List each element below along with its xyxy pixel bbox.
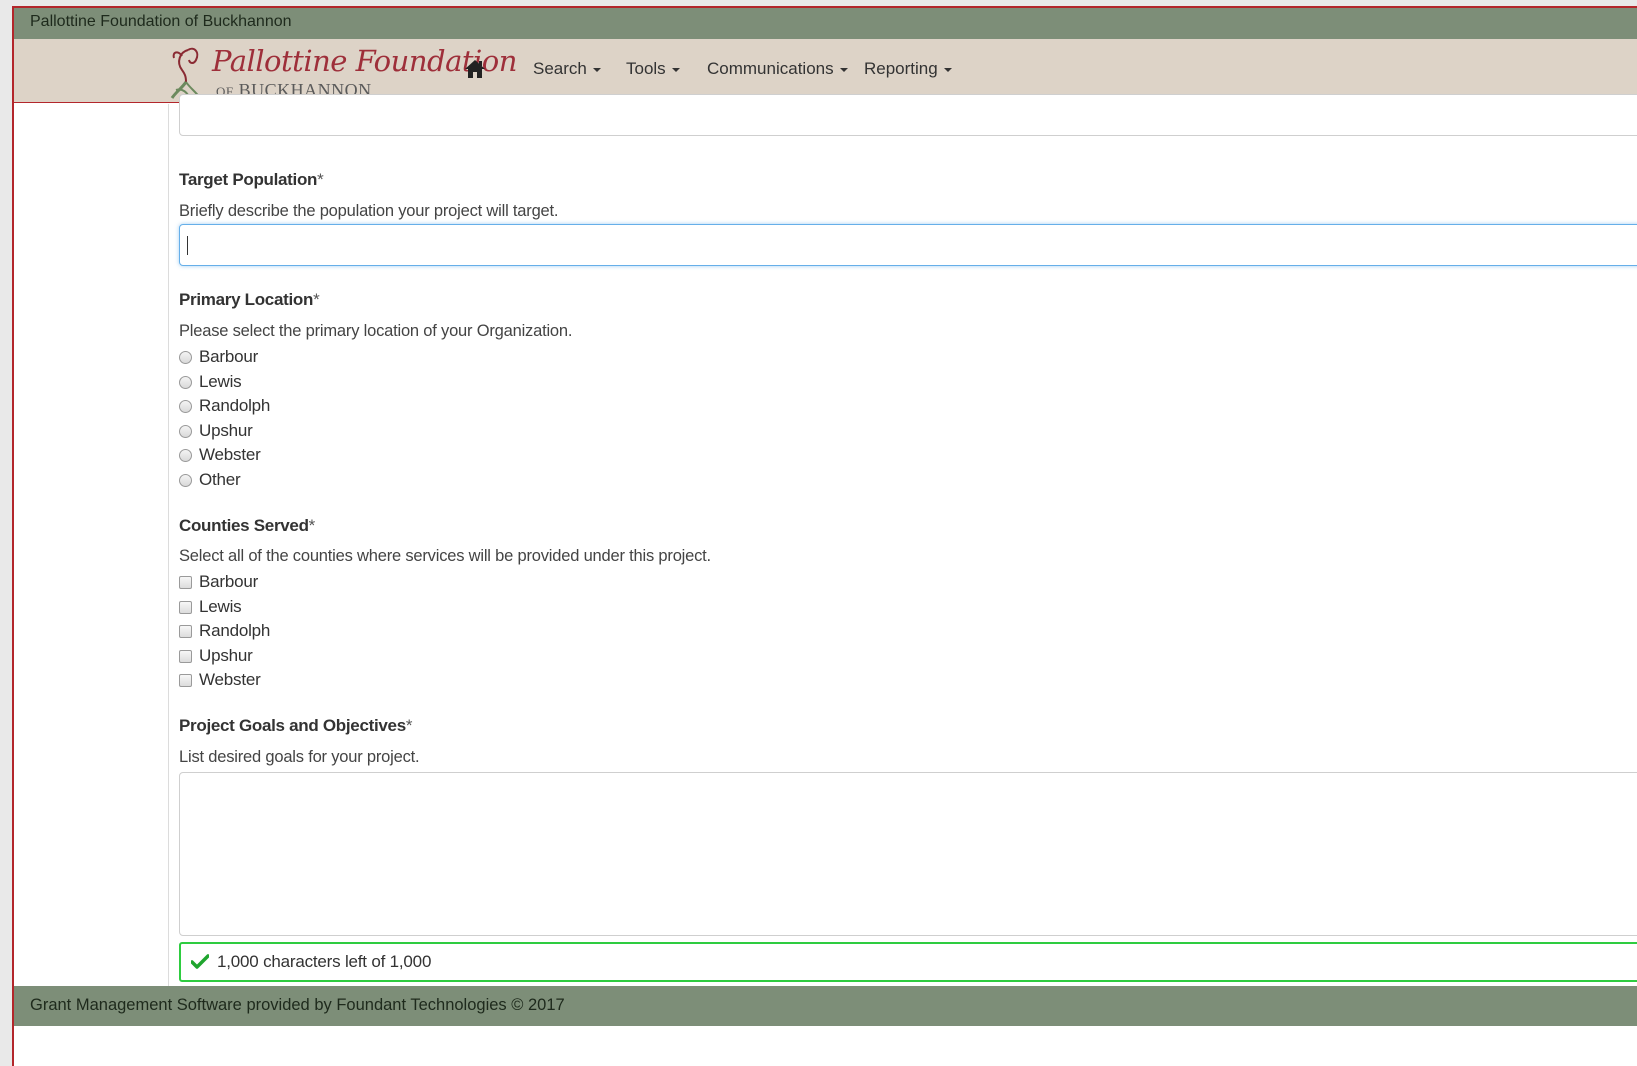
primary-location-option-upshur[interactable]: Upshur [179, 420, 253, 442]
radio-button[interactable] [179, 448, 192, 462]
radio-button[interactable] [179, 399, 192, 413]
project-goals-label: Project Goals and Objectives* [179, 716, 413, 736]
footer-text: Grant Management Software provided by Fo… [30, 996, 565, 1014]
nav-search-menu[interactable]: Search [533, 59, 601, 79]
nav-tools-label: Tools [626, 59, 666, 78]
project-goals-help: List desired goals for your project. [179, 748, 420, 766]
primary-location-option-lewis[interactable]: Lewis [179, 371, 242, 393]
radio-button[interactable] [179, 473, 192, 487]
option-label: Randolph [199, 621, 271, 640]
app-frame: Pallottine Foundation of Buckhannon Pall… [12, 6, 1637, 1066]
counties-served-option-barbour[interactable]: Barbour [179, 571, 258, 593]
required-mark: * [405, 716, 413, 735]
nav-search-label: Search [533, 59, 587, 78]
primary-location-option-other[interactable]: Other [179, 469, 241, 491]
primary-location-label-text: Primary Location [179, 290, 314, 309]
previous-question-input[interactable] [179, 94, 1637, 136]
counties-served-label: Counties Served* [179, 516, 315, 536]
caret-down-icon [839, 67, 848, 72]
nav-reporting-label: Reporting [864, 59, 938, 78]
required-mark: * [317, 170, 324, 189]
counties-served-option-webster[interactable]: Webster [179, 669, 261, 691]
target-population-label: Target Population* [179, 170, 324, 190]
caret-down-icon [943, 67, 952, 72]
nav-tools-menu[interactable]: Tools [626, 59, 680, 79]
window-title-bar: Pallottine Foundation of Buckhannon [14, 8, 1637, 39]
sidebar-divider [168, 104, 169, 992]
option-label: Upshur [199, 421, 253, 440]
checkbox[interactable] [179, 624, 192, 638]
radio-button[interactable] [179, 375, 192, 389]
window-title: Pallottine Foundation of Buckhannon [30, 13, 292, 30]
counties-served-option-upshur[interactable]: Upshur [179, 645, 253, 667]
application-form: Target Population* Briefly describe the … [179, 94, 1637, 992]
primary-location-option-barbour[interactable]: Barbour [179, 346, 258, 368]
nav-communications-menu[interactable]: Communications [707, 59, 848, 79]
option-label: Lewis [199, 372, 242, 391]
primary-location-label: Primary Location* [179, 290, 320, 310]
radio-button[interactable] [179, 350, 192, 364]
target-population-input[interactable] [179, 224, 1637, 266]
target-population-help: Briefly describe the population your pro… [179, 202, 559, 220]
nav-communications-label: Communications [707, 59, 834, 78]
project-goals-textarea[interactable] [179, 772, 1637, 936]
checkbox[interactable] [179, 649, 192, 663]
option-label: Webster [199, 445, 261, 464]
text-cursor [187, 236, 188, 255]
lily-logo-icon [170, 47, 201, 101]
primary-location-help: Please select the primary location of yo… [179, 322, 573, 340]
character-counter: 1,000 characters left of 1,000 [179, 942, 1637, 982]
project-goals-label-text: Project Goals and Objectives [179, 716, 406, 735]
primary-location-option-webster[interactable]: Webster [179, 444, 261, 466]
radio-button[interactable] [179, 424, 192, 438]
counties-served-label-text: Counties Served [179, 516, 309, 535]
checkbox[interactable] [179, 575, 192, 589]
option-label: Barbour [199, 347, 259, 366]
home-icon[interactable] [464, 58, 486, 80]
option-label: Lewis [199, 597, 242, 616]
counties-served-option-lewis[interactable]: Lewis [179, 596, 242, 618]
character-counter-text: 1,000 characters left of 1,000 [217, 952, 432, 971]
foundation-logo[interactable]: Pallottine Foundation OF BUCKHANNON [168, 42, 517, 102]
checkmark-icon [191, 954, 209, 969]
page-footer: Grant Management Software provided by Fo… [14, 986, 1637, 1026]
counties-served-help: Select all of the counties where service… [179, 547, 711, 565]
caret-down-icon [592, 67, 601, 72]
required-mark: * [308, 516, 316, 535]
required-mark: * [313, 290, 320, 309]
primary-location-option-randolph[interactable]: Randolph [179, 395, 270, 417]
checkbox[interactable] [179, 673, 192, 687]
nav-reporting-menu[interactable]: Reporting [864, 59, 952, 79]
caret-down-icon [671, 67, 680, 72]
target-population-label-text: Target Population [179, 170, 318, 189]
counties-served-option-randolph[interactable]: Randolph [179, 620, 270, 642]
checkbox[interactable] [179, 600, 192, 614]
option-label: Other [199, 470, 241, 489]
option-label: Webster [199, 670, 261, 689]
option-label: Barbour [199, 572, 259, 591]
option-label: Randolph [199, 396, 271, 415]
option-label: Upshur [199, 646, 253, 665]
